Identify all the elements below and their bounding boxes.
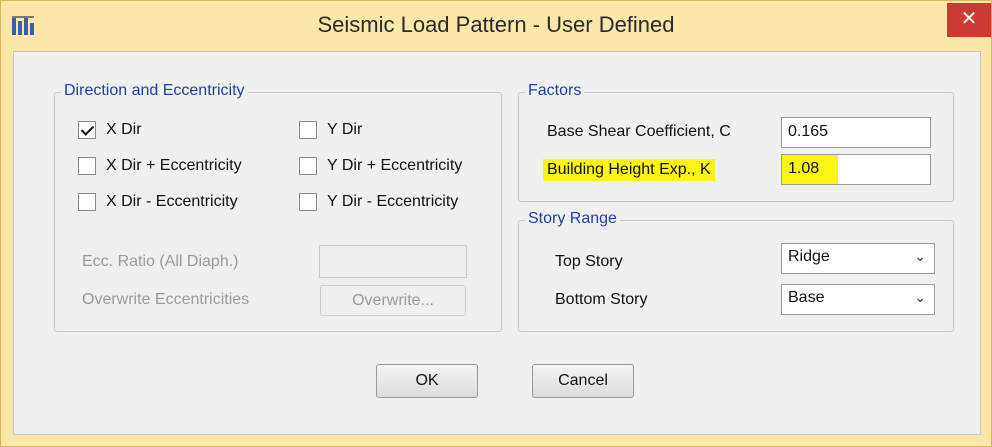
group-label-story-range: Story Range: [525, 210, 620, 228]
checkbox-label: X Dir: [106, 121, 142, 138]
window-title: Seismic Load Pattern - User Defined: [317, 12, 675, 37]
chevron-down-icon[interactable]: ⌄: [914, 289, 926, 306]
cancel-button[interactable]: Cancel: [532, 364, 634, 398]
checkbox-y-dir-minus-ecc[interactable]: Y Dir - Eccentricity: [299, 193, 458, 211]
chevron-down-icon[interactable]: ⌄: [914, 248, 926, 265]
top-story-value: Ridge: [788, 248, 830, 265]
checkbox-box[interactable]: [78, 157, 96, 175]
ok-button[interactable]: OK: [376, 364, 478, 398]
factors-group: Factors Base Shear Coefficient, C 0.165 …: [518, 82, 954, 202]
close-button[interactable]: ✕: [947, 3, 991, 37]
dialog-window: Seismic Load Pattern - User Defined ✕ Di…: [0, 0, 992, 447]
direction-eccentricity-group: Direction and Eccentricity X Dir X Dir +…: [54, 82, 502, 332]
checkbox-box[interactable]: [299, 193, 317, 211]
bottom-story-label: Bottom Story: [555, 291, 648, 308]
height-exp-input[interactable]: 1.08: [781, 154, 931, 185]
base-shear-input[interactable]: 0.165: [781, 117, 931, 148]
checkbox-box[interactable]: [299, 157, 317, 175]
dialog-body: Direction and Eccentricity X Dir X Dir +…: [13, 51, 981, 435]
group-label-factors: Factors: [525, 82, 585, 100]
bottom-story-select[interactable]: Base ⌄: [781, 284, 935, 315]
height-exp-label: Building Height Exp., K: [543, 159, 715, 181]
checkbox-y-dir-plus-ecc[interactable]: Y Dir + Eccentricity: [299, 157, 462, 175]
checkbox-x-dir[interactable]: X Dir: [78, 121, 142, 139]
checkbox-label: Y Dir + Eccentricity: [327, 157, 463, 174]
checkbox-label: Y Dir: [327, 121, 363, 138]
ecc-ratio-label: Ecc. Ratio (All Diaph.): [82, 253, 239, 270]
overwrite-eccentricities-label: Overwrite Eccentricities: [82, 291, 250, 308]
overwrite-button[interactable]: Overwrite...: [320, 285, 466, 316]
checkbox-label: X Dir - Eccentricity: [106, 193, 238, 210]
bottom-story-value: Base: [788, 289, 825, 306]
top-story-select[interactable]: Ridge ⌄: [781, 243, 935, 274]
ecc-ratio-input[interactable]: [319, 245, 467, 278]
checkbox-box[interactable]: [78, 121, 96, 139]
checkbox-x-dir-plus-ecc[interactable]: X Dir + Eccentricity: [78, 157, 242, 175]
top-story-label: Top Story: [555, 253, 623, 270]
group-label-direction: Direction and Eccentricity: [61, 82, 248, 100]
title-bar[interactable]: Seismic Load Pattern - User Defined ✕: [1, 1, 991, 49]
close-icon: ✕: [960, 8, 978, 30]
checkbox-label: X Dir + Eccentricity: [106, 157, 242, 174]
checkbox-box[interactable]: [299, 121, 317, 139]
checkbox-box[interactable]: [78, 193, 96, 211]
checkbox-x-dir-minus-ecc[interactable]: X Dir - Eccentricity: [78, 193, 238, 211]
checkbox-label: Y Dir - Eccentricity: [327, 193, 459, 210]
story-range-group: Story Range Top Story Ridge ⌄ Bottom Sto…: [518, 210, 954, 332]
checkbox-y-dir[interactable]: Y Dir: [299, 121, 362, 139]
base-shear-label: Base Shear Coefficient, C: [547, 123, 731, 140]
